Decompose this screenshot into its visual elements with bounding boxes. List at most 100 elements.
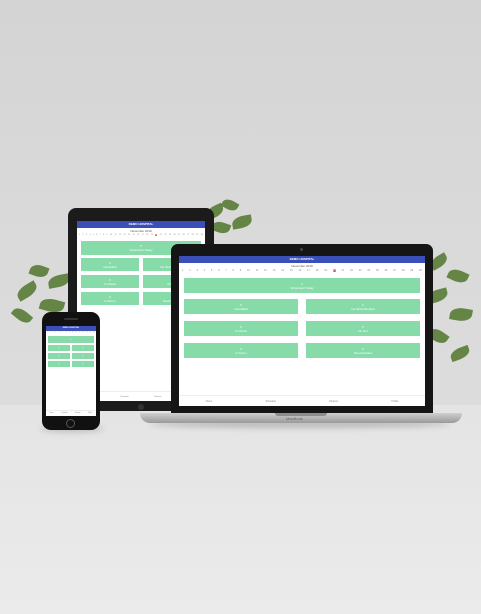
status-tile[interactable]: 0 Cancelled (184, 299, 298, 314)
calendar-day[interactable]: 3 (53, 332, 54, 333)
calendar-day[interactable]: 17 (142, 234, 144, 236)
summary-tile[interactable]: 0 Scheduled Today (184, 278, 420, 293)
calendar-day[interactable]: 22 (350, 269, 353, 272)
calendar-day[interactable]: 11 (75, 332, 77, 333)
calendar-day[interactable]: 16 (93, 332, 95, 333)
status-tile[interactable]: 0No Show Booked (306, 299, 420, 314)
status-tile[interactable]: 0 In Check (81, 275, 139, 288)
calendar-day[interactable]: 6 (218, 269, 219, 272)
nav-item[interactable]: Profile (391, 400, 398, 403)
calendar-day[interactable]: 5 (93, 234, 94, 236)
status-tile[interactable]: 0Ch Out (306, 321, 420, 336)
nav-item[interactable]: Schedule (120, 396, 128, 398)
calendar-day[interactable]: 7 (225, 269, 226, 272)
calendar-day[interactable]: 14 (86, 332, 88, 333)
calendar-day[interactable]: 6 (61, 332, 62, 333)
calendar-day[interactable]: 23 (359, 269, 362, 272)
calendar-day[interactable]: 9 (107, 234, 108, 236)
calendar-day[interactable]: 30 (201, 234, 203, 236)
calendar-day[interactable]: 17 (307, 269, 310, 272)
nav-item[interactable]: Schedule (61, 413, 67, 414)
calendar-day[interactable]: 22 (164, 234, 166, 236)
calendar-day[interactable]: 26 (385, 269, 388, 272)
calendar-day[interactable]: 20 (155, 234, 158, 236)
calendar-day[interactable]: 27 (393, 269, 396, 272)
calendar-day[interactable]: 4 (204, 269, 205, 272)
nav-item[interactable]: Patients (75, 413, 80, 414)
calendar-day[interactable]: 21 (342, 269, 345, 272)
home-button[interactable] (138, 404, 144, 410)
calendar-day[interactable]: 7 (64, 332, 65, 333)
calendar-day[interactable]: 11 (114, 234, 116, 236)
calendar-day[interactable]: 24 (173, 234, 175, 236)
calendar-day[interactable]: 1 (47, 332, 48, 333)
calendar-day[interactable]: 8 (66, 332, 67, 333)
calendar-day[interactable]: 29 (410, 269, 413, 272)
status-tile[interactable]: 0 In Room (184, 343, 298, 358)
nav-item[interactable]: Schedule (265, 400, 275, 403)
home-button[interactable] (66, 419, 75, 428)
status-tile[interactable]: 0 (72, 353, 94, 359)
nav-item[interactable]: Patients (329, 400, 338, 403)
status-tile[interactable]: 0Rescheduled (306, 343, 420, 358)
calendar-day[interactable]: 1 (182, 269, 183, 272)
calendar-day[interactable]: 16 (298, 269, 301, 272)
calendar-day[interactable]: 10 (72, 332, 74, 333)
calendar-day[interactable]: 20 (332, 269, 336, 272)
calendar-day[interactable]: 28 (192, 234, 194, 236)
calendar-day[interactable]: 25 (376, 269, 379, 272)
calendar-day[interactable]: 15 (290, 269, 293, 272)
calendar-day[interactable]: 26 (183, 234, 185, 236)
nav-item[interactable]: Home (206, 400, 213, 403)
calendar-day[interactable]: 27 (187, 234, 189, 236)
calendar-day[interactable]: 13 (123, 234, 125, 236)
calendar-day[interactable]: 5 (58, 332, 59, 333)
calendar-day[interactable]: 11 (256, 269, 259, 272)
calendar-day[interactable]: 2 (82, 234, 83, 236)
status-tile[interactable]: 0 (72, 345, 94, 351)
status-tile[interactable]: 0 (48, 361, 70, 367)
calendar-day[interactable]: 13 (273, 269, 276, 272)
status-tile[interactable]: 0 (72, 361, 94, 367)
calendar-day[interactable]: 12 (264, 269, 267, 272)
calendar-day[interactable]: 3 (196, 269, 197, 272)
calendar-day[interactable]: 12 (79, 332, 81, 333)
calendar-day[interactable]: 10 (247, 269, 250, 272)
calendar-day[interactable]: 19 (324, 269, 327, 272)
calendar-day[interactable]: 3 (86, 234, 87, 236)
calendar-day[interactable]: 16 (137, 234, 139, 236)
calendar-day[interactable]: 18 (316, 269, 319, 272)
calendar-day[interactable]: 18 (146, 234, 148, 236)
nav-item[interactable]: Patients (154, 396, 161, 398)
status-tile[interactable]: 0 Cancelled (81, 258, 139, 271)
status-tile[interactable]: 0 (48, 345, 70, 351)
calendar-day[interactable]: 29 (196, 234, 198, 236)
calendar-day[interactable]: 4 (89, 234, 90, 236)
calendar-day[interactable]: 8 (233, 269, 234, 272)
calendar-day[interactable]: 2 (189, 269, 190, 272)
calendar-day[interactable]: 24 (367, 269, 370, 272)
calendar-day[interactable]: 9 (69, 332, 70, 333)
calendar-day[interactable]: 8 (103, 234, 104, 236)
nav-item[interactable]: Home (50, 413, 54, 414)
calendar-day[interactable]: 21 (160, 234, 162, 236)
status-tile[interactable]: 0 (48, 353, 70, 359)
calendar-day[interactable]: 13 (82, 332, 84, 333)
calendar-day[interactable]: 25 (178, 234, 180, 236)
calendar-day[interactable]: 15 (133, 234, 135, 236)
calendar-day[interactable]: 6 (96, 234, 97, 236)
calendar-day[interactable]: 2 (50, 332, 51, 333)
status-tile[interactable]: 0 In Room (81, 292, 139, 305)
calendar-day[interactable]: 4 (55, 332, 56, 333)
calendar-day[interactable]: 15 (90, 332, 92, 333)
calendar-day[interactable]: 14 (128, 234, 130, 236)
status-tile[interactable]: 0 In Check (184, 321, 298, 336)
summary-tile[interactable]: 0 (48, 336, 94, 343)
calendar-day[interactable]: 12 (119, 234, 121, 236)
calendar-day[interactable]: 19 (151, 234, 153, 236)
calendar-day[interactable]: 5 (211, 269, 212, 272)
calendar-day[interactable]: 23 (169, 234, 171, 236)
calendar-day[interactable]: 1 (79, 234, 80, 236)
nav-item[interactable]: Profile (88, 413, 92, 414)
calendar-day[interactable]: 28 (402, 269, 405, 272)
